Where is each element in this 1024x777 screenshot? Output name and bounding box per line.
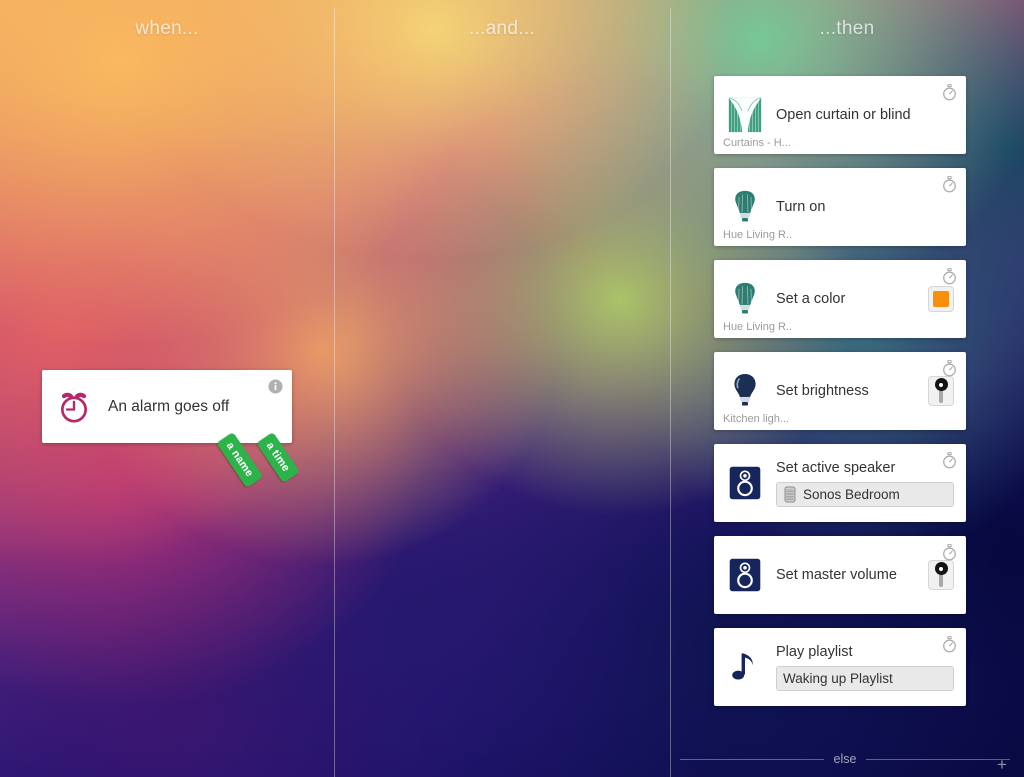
- add-card-button[interactable]: +: [994, 756, 1010, 773]
- action-card-title: Set master volume: [776, 566, 897, 583]
- else-label[interactable]: else: [834, 752, 857, 766]
- action-card-title: Play playlist: [776, 643, 853, 660]
- action-card-subtitle: Kitchen ligh...: [723, 413, 790, 425]
- column-header-then: ...then: [819, 18, 875, 39]
- bulb-navy-icon: [724, 370, 766, 412]
- action-card-body: Set master volume: [776, 566, 920, 584]
- brightness-slider[interactable]: [928, 376, 954, 406]
- playlist-select-value: Waking up Playlist: [783, 671, 893, 687]
- action-card-set-master-volume[interactable]: Set master volume: [714, 536, 966, 614]
- action-card-subtitle: Curtains - H...: [723, 137, 791, 149]
- action-card-set-a-color[interactable]: Set a color Hue Living R..: [714, 260, 966, 338]
- action-card-main: Set active speaker Sonos Bedroom: [714, 444, 966, 522]
- color-swatch-fill: [933, 291, 949, 307]
- action-card-open-curtain[interactable]: Open curtain or blind Curtains - H...: [714, 76, 966, 154]
- action-card-title: Turn on: [776, 198, 826, 215]
- stopwatch-icon[interactable]: [942, 84, 957, 101]
- bulb-teal-icon: [724, 186, 766, 228]
- action-card-subtitle: Hue Living R..: [723, 229, 793, 241]
- action-card-body: Open curtain or blind: [776, 106, 958, 124]
- trigger-tag-a-time[interactable]: a time: [256, 432, 300, 483]
- else-line-right: [866, 758, 1010, 760]
- speaker-icon: [724, 462, 766, 504]
- column-divider-and-then: [670, 8, 671, 777]
- bulb-teal-icon: [724, 278, 766, 320]
- action-card-play-playlist[interactable]: Play playlist Waking up Playlist: [714, 628, 966, 706]
- trigger-card-alarm[interactable]: An alarm goes off: [42, 370, 292, 443]
- slider-box: [928, 560, 954, 590]
- trigger-card-row: An alarm goes off: [42, 370, 292, 443]
- action-card-main: Play playlist Waking up Playlist: [714, 628, 966, 706]
- action-card-title: Set a color: [776, 290, 846, 307]
- else-divider: else: [680, 752, 1010, 766]
- speaker-icon: [724, 554, 766, 596]
- trigger-card-title: An alarm goes off: [108, 397, 230, 415]
- slider-knob[interactable]: [934, 378, 948, 391]
- action-card-subtitle: Hue Living R..: [723, 321, 793, 333]
- slider-box: [928, 376, 954, 406]
- slider-knob[interactable]: [934, 562, 948, 575]
- stopwatch-icon[interactable]: [942, 268, 957, 285]
- action-card-title: Open curtain or blind: [776, 106, 911, 123]
- action-card-body: Set brightness: [776, 382, 920, 400]
- action-card-body: Turn on: [776, 198, 958, 216]
- flow-editor-canvas: when... ...and... ...then An alarm goes …: [0, 0, 1024, 777]
- color-swatch-box: [928, 286, 954, 312]
- action-card-body: Set a color: [776, 290, 920, 308]
- music-note-icon: [724, 646, 766, 688]
- stopwatch-icon[interactable]: [942, 452, 957, 469]
- alarm-clock-icon: [54, 387, 94, 427]
- speaker-select-value: Sonos Bedroom: [803, 487, 900, 503]
- stopwatch-icon[interactable]: [942, 636, 957, 653]
- action-card-body: Play playlist Waking up Playlist: [776, 643, 958, 692]
- action-card-title: Set brightness: [776, 382, 869, 399]
- curtain-icon: [724, 94, 766, 136]
- action-card-set-active-speaker[interactable]: Set active speaker Sonos Bedroom: [714, 444, 966, 522]
- stopwatch-icon[interactable]: [942, 176, 957, 193]
- speaker-select-field[interactable]: Sonos Bedroom: [776, 482, 954, 508]
- action-card-body: Set active speaker Sonos Bedroom: [776, 459, 958, 508]
- column-header-when: when...: [135, 18, 199, 39]
- column-header-and: ...and...: [468, 18, 536, 39]
- action-card-turn-on[interactable]: Turn on Hue Living R..: [714, 168, 966, 246]
- action-card-main: Set master volume: [714, 536, 966, 614]
- column-divider-when-and: [334, 8, 335, 777]
- volume-slider[interactable]: [928, 560, 954, 590]
- sonos-speaker-icon: [783, 486, 797, 503]
- else-line-left: [680, 758, 824, 760]
- then-column: Open curtain or blind Curtains - H... Tu…: [714, 76, 966, 720]
- playlist-select-field[interactable]: Waking up Playlist: [776, 666, 954, 692]
- color-swatch-button[interactable]: [928, 286, 954, 312]
- action-card-set-brightness[interactable]: Set brightness Kitchen ligh...: [714, 352, 966, 430]
- action-card-title: Set active speaker: [776, 459, 896, 476]
- info-icon[interactable]: [268, 379, 283, 394]
- stopwatch-icon[interactable]: [942, 360, 957, 377]
- stopwatch-icon[interactable]: [942, 544, 957, 561]
